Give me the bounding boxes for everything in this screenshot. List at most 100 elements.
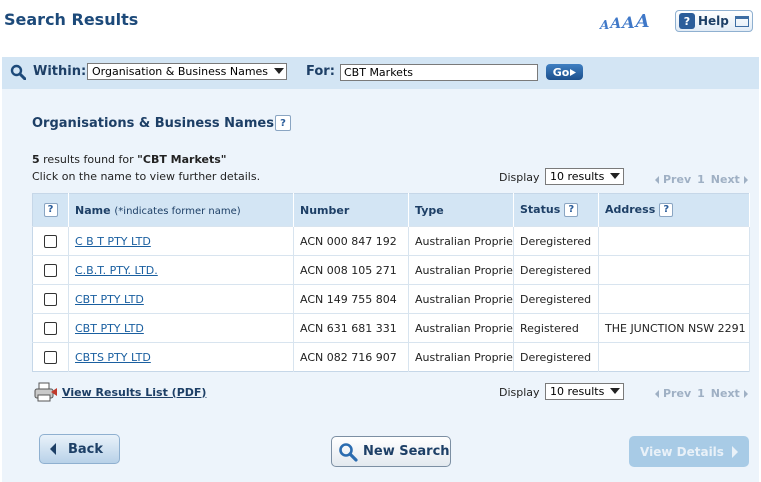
font-size-smallest-button[interactable]: A [600,19,609,31]
help-icon[interactable]: ? [564,203,579,217]
result-name-link[interactable]: C.B.T. PTY. LTD. [75,264,158,277]
for-label: For: [306,64,335,79]
new-search-button-label: New Search [363,444,450,459]
display-select-bottom[interactable]: 10 results [545,383,624,400]
result-number: ACN 000 847 192 [293,226,409,256]
new-search-button[interactable]: New Search [331,436,451,467]
chevron-right-icon [731,445,738,458]
next-page-link-bottom[interactable]: Next [711,387,748,400]
result-number: ACN 149 755 804 [293,284,409,314]
go-button-label: Go [552,65,570,79]
pager-bottom: Prev 1 Next [655,387,748,400]
display-label-top: Display [499,171,540,184]
result-type: Australian Proprietary Company [408,255,514,285]
row-checkbox[interactable] [44,234,57,248]
view-results-pdf-link[interactable]: View Results List (PDF) [34,382,206,402]
results-hint: Click on the name to view further detail… [32,170,261,183]
display-label-bottom: Display [499,386,540,399]
view-details-button[interactable]: View Details [629,436,749,467]
result-type: Australian Proprietary Company [408,313,514,343]
back-button-label: Back [68,441,104,457]
result-number: ACN 631 681 331 [293,313,409,343]
row-checkbox[interactable] [44,263,57,277]
result-status: Deregistered [513,226,599,256]
header-number[interactable]: Number [293,193,409,227]
next-page-link-top[interactable]: Next [711,173,748,186]
within-select-value: Organisation & Business Names [92,65,269,78]
results-query: "CBT Markets" [137,153,227,166]
result-name-link[interactable]: CBT PTY LTD [75,322,144,335]
display-select-top-value: 10 results [550,170,605,183]
table-row: CBTS PTY LTD ACN 082 716 907 Australian … [32,342,750,372]
results-table: ? Name (*indicates former name) Number T… [32,193,750,372]
back-button[interactable]: Back [39,434,120,464]
result-name-link[interactable]: CBTS PTY LTD [75,351,151,364]
chevron-down-icon [610,173,620,179]
font-size-medium-button[interactable]: A [622,15,634,31]
help-button[interactable]: ? Help [675,10,753,32]
results-count: 5 results found for "CBT Markets" [32,153,227,166]
results-found-text: results found for [43,153,134,166]
table-row: CBT PTY LTD ACN 149 755 804 Australian P… [32,284,750,314]
section-help-icon[interactable]: ? [275,115,291,131]
chevron-right-icon [743,389,748,398]
header-select-help: ? [32,193,69,227]
prev-page-link-top[interactable]: Prev [655,173,691,186]
new-window-icon [734,15,749,27]
chevron-left-icon [50,443,56,455]
result-number: ACN 082 716 907 [293,342,409,372]
results-count-number: 5 [32,153,40,166]
result-status: Deregistered [513,342,599,372]
result-type: Australian Proprietary Company [408,226,514,256]
result-name-link[interactable]: CBT PTY LTD [75,293,144,306]
row-checkbox[interactable] [44,350,57,364]
result-name-link[interactable]: C B T PTY LTD [75,235,151,248]
go-button[interactable]: Go [546,64,583,80]
search-bar: Within: Organisation & Business Names Fo… [2,57,759,89]
chevron-right-icon [743,175,748,184]
view-details-button-label: View Details [640,444,724,459]
table-header-row: ? Name (*indicates former name) Number T… [32,193,750,227]
within-select[interactable]: Organisation & Business Names [87,63,287,80]
search-icon [339,442,358,462]
chevron-down-icon [274,68,284,74]
result-address: THE JUNCTION NSW 2291 [598,313,750,343]
result-status: Registered [513,313,599,343]
within-label: Within: [33,64,87,79]
page-number-top: 1 [697,173,705,186]
result-address [598,284,750,314]
font-size-small-button[interactable]: A [610,17,621,31]
help-icon[interactable]: ? [43,203,58,217]
search-input[interactable]: CBT Markets [340,64,538,81]
help-button-label: Help [698,14,729,28]
result-status: Deregistered [513,284,599,314]
result-type: Australian Proprietary Company [408,284,514,314]
header-status[interactable]: Status? [513,193,599,227]
result-address [598,342,750,372]
display-select-top[interactable]: 10 results [545,168,624,185]
chevron-left-icon [655,175,659,184]
header-type[interactable]: Type [408,193,514,227]
prev-page-link-bottom[interactable]: Prev [655,387,691,400]
table-row: CBT PTY LTD ACN 631 681 331 Australian P… [32,313,750,343]
header-name[interactable]: Name (*indicates former name) [68,193,294,227]
view-results-pdf-label: View Results List (PDF) [62,385,207,399]
result-address [598,255,750,285]
play-icon [570,68,577,76]
row-checkbox[interactable] [44,321,57,335]
page-title: Search Results [4,10,139,29]
font-size-large-button[interactable]: A [636,13,650,31]
row-checkbox[interactable] [44,292,57,306]
header-address[interactable]: Address? [598,193,750,227]
section-title: Organisations & Business Names [32,116,274,131]
table-row: C.B.T. PTY. LTD. ACN 008 105 271 Austral… [32,255,750,285]
chevron-left-icon [655,389,659,398]
help-icon[interactable]: ? [659,203,674,217]
pdf-printer-icon [34,382,57,402]
pager-top: Prev 1 Next [655,173,748,186]
search-icon [10,64,26,80]
display-select-bottom-value: 10 results [550,385,605,398]
result-status: Deregistered [513,255,599,285]
result-address [598,226,750,256]
help-question-icon: ? [679,13,695,29]
